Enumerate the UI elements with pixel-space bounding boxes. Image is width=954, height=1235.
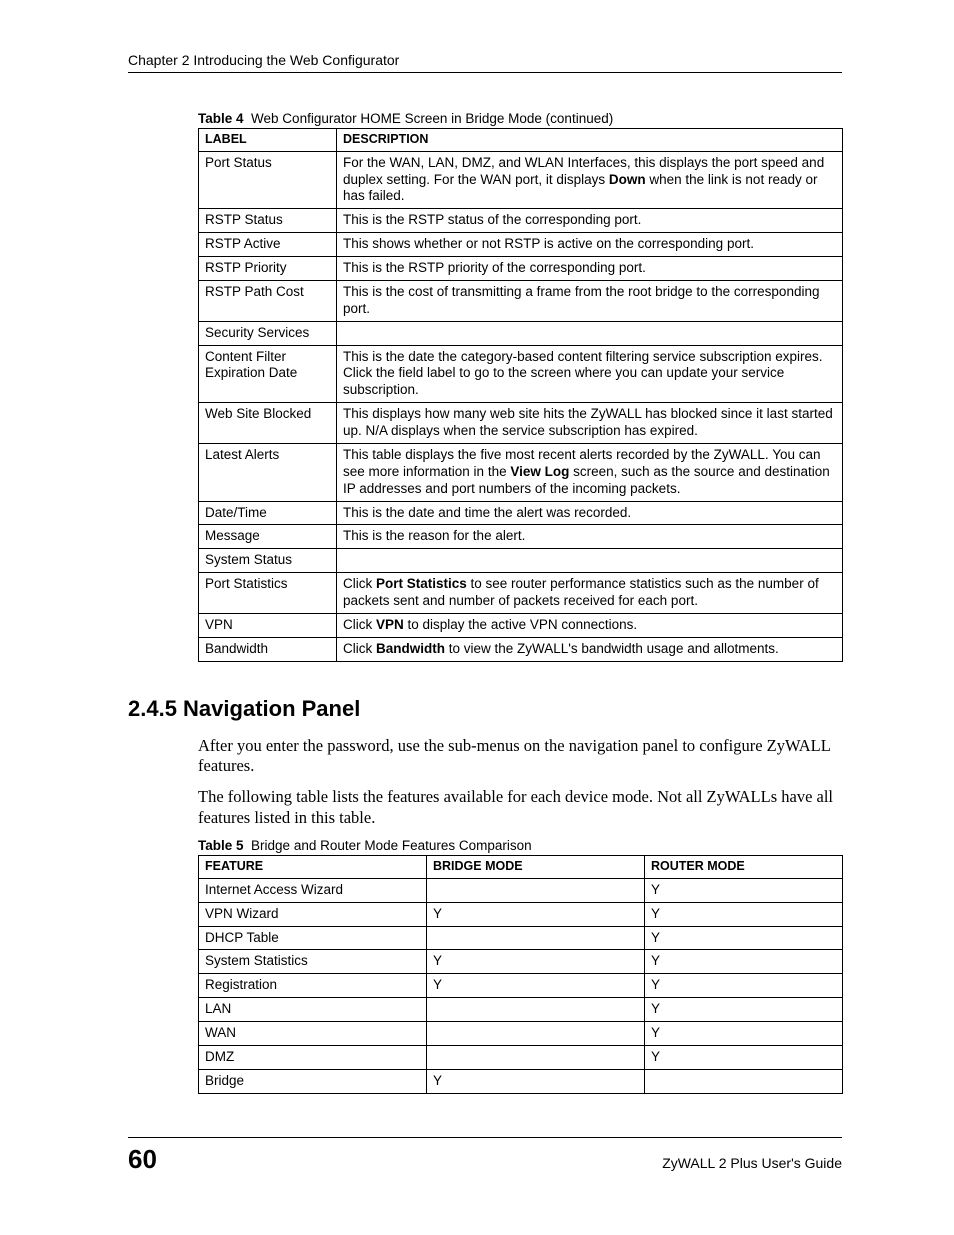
table4-caption-num: Table 4 <box>198 111 244 126</box>
guide-name: ZyWALL 2 Plus User's Guide <box>662 1155 842 1171</box>
footer-rule <box>128 1137 842 1138</box>
table-row: RSTP Status This is the RSTP status of t… <box>199 209 843 233</box>
table-row: RegistrationYY <box>199 974 843 998</box>
table-row: VPN Click VPN to display the active VPN … <box>199 613 843 637</box>
table-row: System StatisticsYY <box>199 950 843 974</box>
table4-header-label: LABEL <box>199 129 337 152</box>
table-row: Message This is the reason for the alert… <box>199 525 843 549</box>
table-row: Internet Access WizardY <box>199 878 843 902</box>
table-row: BridgeY <box>199 1069 843 1093</box>
body-paragraph: The following table lists the features a… <box>198 787 838 828</box>
table5-header-feature: FEATURE <box>199 856 427 879</box>
page-footer: 60 ZyWALL 2 Plus User's Guide <box>128 1137 842 1175</box>
table-row: Web Site Blocked This displays how many … <box>199 403 843 444</box>
table-row: VPN WizardYY <box>199 902 843 926</box>
table-row: Security Services <box>199 321 843 345</box>
table4-caption: Table 4 Web Configurator HOME Screen in … <box>198 111 842 126</box>
table-row: DMZY <box>199 1045 843 1069</box>
table-row: Content Filter Expiration Date This is t… <box>199 345 843 403</box>
header-rule <box>128 72 842 73</box>
table5: FEATURE BRIDGE MODE ROUTER MODE Internet… <box>198 855 843 1094</box>
table-row: LANY <box>199 998 843 1022</box>
section-heading: 2.4.5 Navigation Panel <box>128 696 842 722</box>
table-row: RSTP Path Cost This is the cost of trans… <box>199 280 843 321</box>
table4-header-description: DESCRIPTION <box>337 129 843 152</box>
table5-caption: Table 5 Bridge and Router Mode Features … <box>198 838 842 853</box>
table5-header-router: ROUTER MODE <box>645 856 843 879</box>
table4-caption-text: Web Configurator HOME Screen in Bridge M… <box>251 111 613 126</box>
table-row: Port Statistics Click Port Statistics to… <box>199 573 843 614</box>
table-row: Bandwidth Click Bandwidth to view the Zy… <box>199 637 843 661</box>
running-header: Chapter 2 Introducing the Web Configurat… <box>128 52 842 68</box>
table-row: Date/Time This is the date and time the … <box>199 501 843 525</box>
body-paragraph: After you enter the password, use the su… <box>198 736 838 777</box>
table-row: RSTP Active This shows whether or not RS… <box>199 233 843 257</box>
table-row: System Status <box>199 549 843 573</box>
table-row: WANY <box>199 1022 843 1046</box>
table-row: DHCP TableY <box>199 926 843 950</box>
table-row: Latest Alerts This table displays the fi… <box>199 443 843 501</box>
table-row: Port Status For the WAN, LAN, DMZ, and W… <box>199 151 843 209</box>
table5-header-bridge: BRIDGE MODE <box>427 856 645 879</box>
table5-caption-num: Table 5 <box>198 838 244 853</box>
table4: LABEL DESCRIPTION Port Status For the WA… <box>198 128 843 662</box>
table5-caption-text: Bridge and Router Mode Features Comparis… <box>251 838 532 853</box>
table-row: RSTP Priority This is the RSTP priority … <box>199 257 843 281</box>
page-number: 60 <box>128 1144 157 1175</box>
